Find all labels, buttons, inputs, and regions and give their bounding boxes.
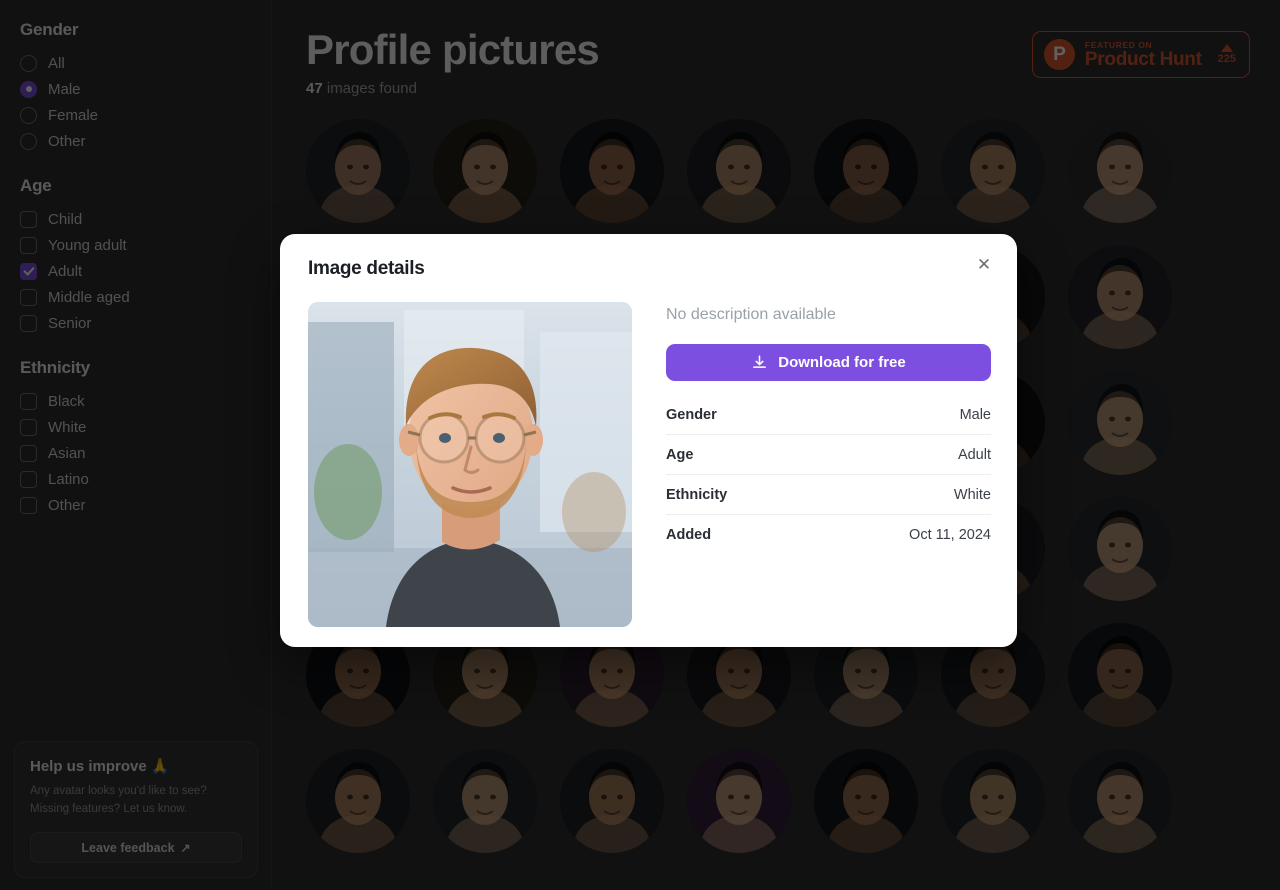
metadata-row: Gender Male: [666, 395, 991, 435]
download-button-label: Download for free: [778, 354, 906, 371]
metadata-key: Ethnicity: [666, 486, 728, 503]
image-metadata-table: Gender Male Age Adult Ethnicity White Added Oct…: [666, 395, 991, 555]
metadata-key: Added: [666, 527, 712, 543]
metadata-row: Added Oct 11, 2024: [666, 515, 991, 555]
image-details-modal: Image details ✕ No description available…: [280, 234, 1017, 647]
metadata-key: Gender: [666, 406, 717, 423]
modal-title: Image details: [308, 258, 425, 279]
metadata-value: White: [953, 486, 991, 503]
image-details-panel: No description available Download for fr…: [666, 302, 991, 627]
metadata-row: Ethnicity White: [666, 475, 991, 515]
metadata-value: Oct 11, 2024: [909, 527, 991, 543]
image-description: No description available: [666, 306, 836, 323]
metadata-key: Age: [666, 446, 694, 463]
portrait-illustration: [308, 302, 632, 627]
metadata-row: Age Adult: [666, 435, 991, 475]
metadata-value: Male: [959, 406, 991, 423]
metadata-value: Adult: [957, 446, 991, 463]
modal-body: No description available Download for fr…: [308, 302, 991, 627]
close-icon[interactable]: ✕: [971, 252, 997, 278]
download-button[interactable]: Download for free: [666, 344, 991, 381]
image-preview[interactable]: [308, 302, 632, 627]
download-icon: [753, 355, 767, 368]
